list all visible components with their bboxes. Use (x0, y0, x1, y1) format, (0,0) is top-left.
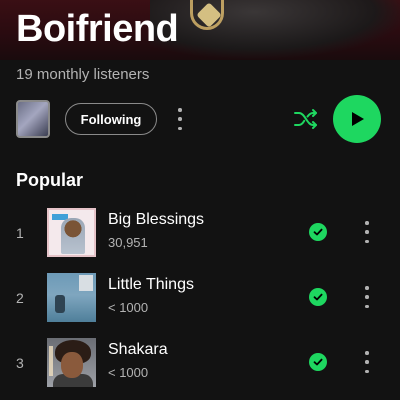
following-button[interactable]: Following (65, 103, 157, 135)
artist-controls: Following (0, 95, 400, 145)
downloaded-check-icon (309, 288, 327, 306)
downloaded-check-icon (309, 223, 327, 241)
track-play-count: 30,951 (108, 235, 148, 250)
album-art (47, 208, 96, 257)
track-more-options-icon[interactable] (364, 221, 370, 243)
track-play-count: < 1000 (108, 365, 149, 380)
track-row[interactable]: 1 Big Blessings 30,951 (0, 206, 400, 258)
monthly-listeners: 19 monthly listeners (16, 66, 150, 83)
more-options-icon[interactable] (177, 108, 183, 130)
track-more-options-icon[interactable] (364, 286, 370, 308)
album-art (47, 273, 96, 322)
track-rank: 1 (16, 225, 24, 241)
track-title: Shakara (108, 341, 168, 358)
track-title: Big Blessings (108, 211, 205, 228)
track-title: Little Things (108, 276, 194, 293)
play-icon (352, 112, 364, 126)
artist-photo-figure (150, 0, 400, 60)
track-play-count: < 1000 (108, 300, 149, 315)
shuffle-icon[interactable] (292, 107, 320, 131)
downloaded-check-icon (309, 353, 327, 371)
track-row[interactable]: 3 Shakara < 1000 (0, 336, 400, 388)
track-rank: 3 (16, 355, 24, 371)
popular-heading: Popular (16, 170, 84, 190)
track-more-options-icon[interactable] (364, 351, 370, 373)
track-row[interactable]: 2 Little Things < 1000 (0, 271, 400, 323)
artist-thumbnail[interactable] (16, 100, 50, 138)
play-button[interactable] (333, 95, 381, 143)
track-rank: 2 (16, 290, 24, 306)
album-art (47, 338, 96, 387)
artist-name: Boifriend (16, 8, 179, 50)
